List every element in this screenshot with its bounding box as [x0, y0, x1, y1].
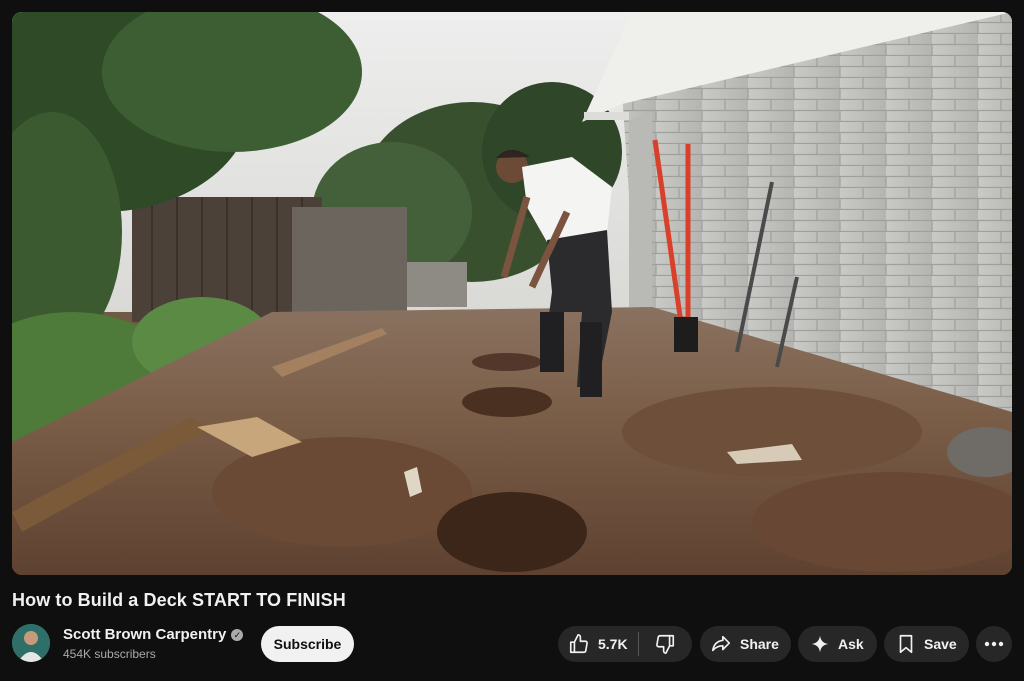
channel-name-text[interactable]: Scott Brown Carpentry	[63, 626, 226, 643]
like-button[interactable]: 5.7K	[558, 626, 638, 662]
save-label: Save	[924, 636, 957, 652]
more-horizontal-icon	[984, 641, 1004, 647]
subscriber-count: 454K subscribers	[63, 647, 156, 661]
top-bar	[0, 0, 1024, 12]
verified-check-icon: ✓	[231, 629, 244, 641]
thumbs-down-icon	[656, 634, 675, 654]
video-title: How to Build a Deck START TO FINISH	[12, 590, 346, 610]
share-arrow-icon	[711, 635, 731, 652]
dislike-button[interactable]	[639, 626, 691, 662]
thumbs-up-icon	[569, 634, 588, 654]
like-dislike-group: 5.7K	[558, 626, 692, 662]
avatar-image	[12, 624, 50, 662]
bookmark-icon	[899, 634, 913, 654]
ask-button[interactable]: Ask	[798, 626, 877, 662]
save-button[interactable]: Save	[884, 626, 969, 662]
ask-label: Ask	[838, 636, 864, 652]
share-label: Share	[740, 636, 779, 652]
video-player[interactable]	[12, 12, 1012, 575]
subscribe-button[interactable]: Subscribe	[261, 626, 354, 662]
channel-name[interactable]: Scott Brown Carpentry ✓	[63, 626, 244, 643]
channel-avatar[interactable]	[12, 624, 50, 662]
sparkle-icon	[811, 635, 829, 653]
share-button[interactable]: Share	[700, 626, 791, 662]
channel-row: Scott Brown Carpentry ✓ 454K subscribers …	[12, 624, 1012, 664]
video-frame	[12, 12, 1012, 575]
like-count: 5.7K	[598, 636, 628, 652]
more-actions-button[interactable]	[976, 626, 1012, 662]
